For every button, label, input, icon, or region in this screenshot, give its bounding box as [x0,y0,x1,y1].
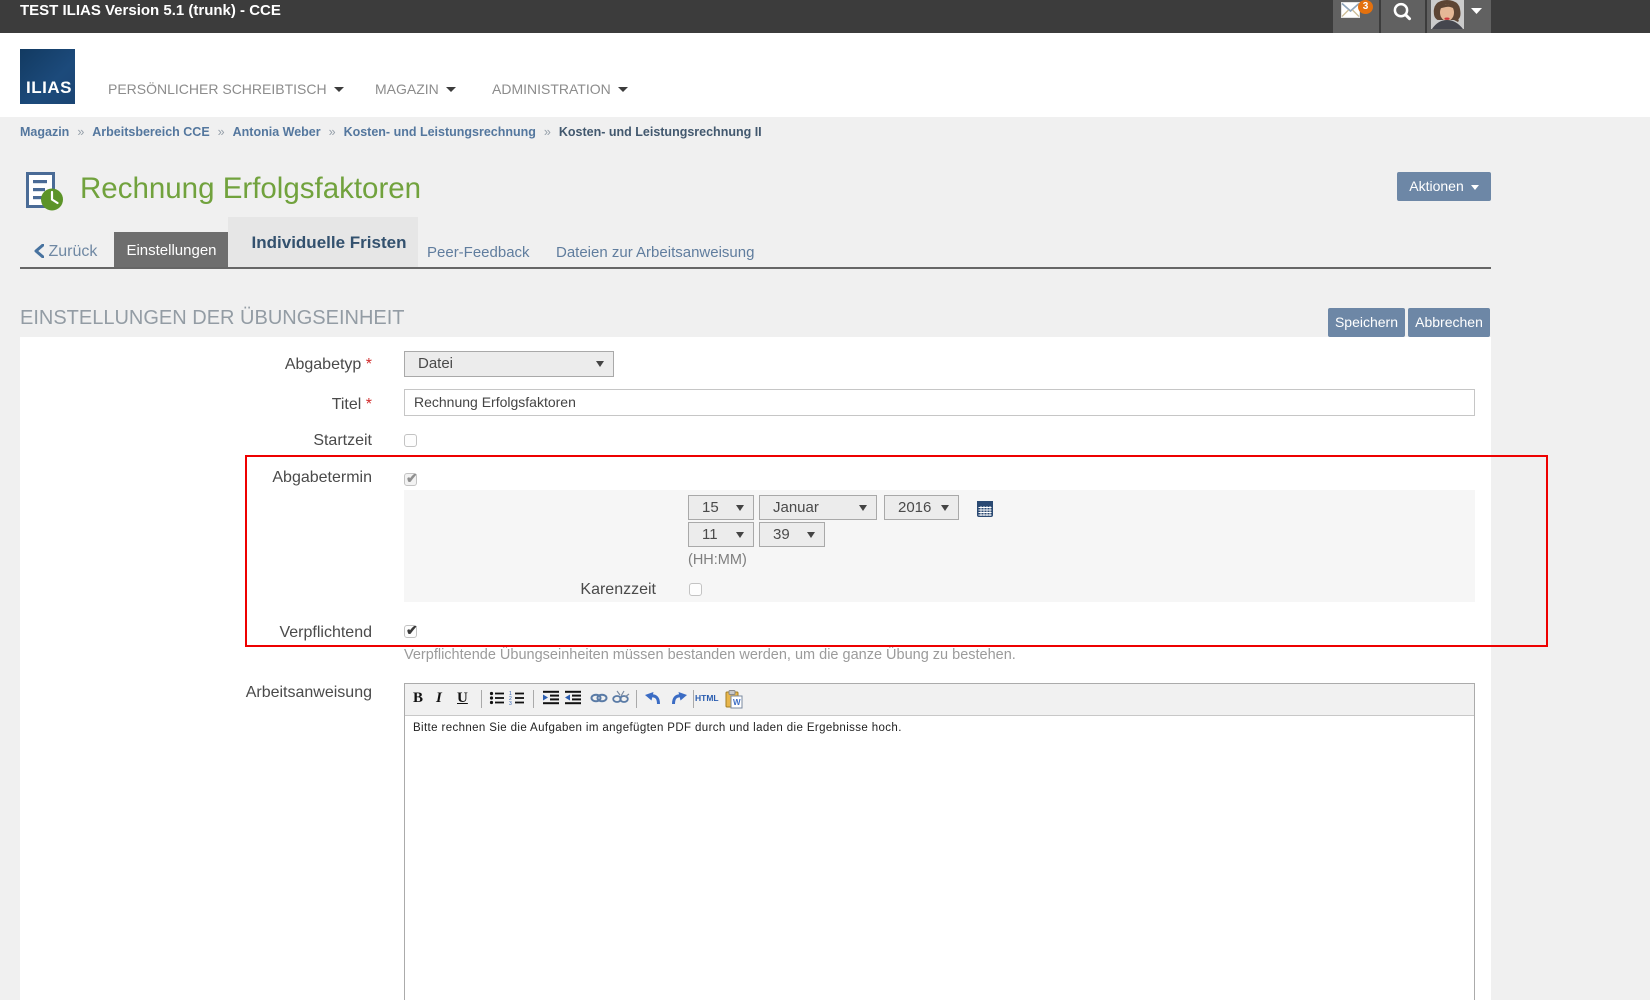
svg-text:W: W [733,698,741,707]
svg-text:3: 3 [509,701,512,706]
